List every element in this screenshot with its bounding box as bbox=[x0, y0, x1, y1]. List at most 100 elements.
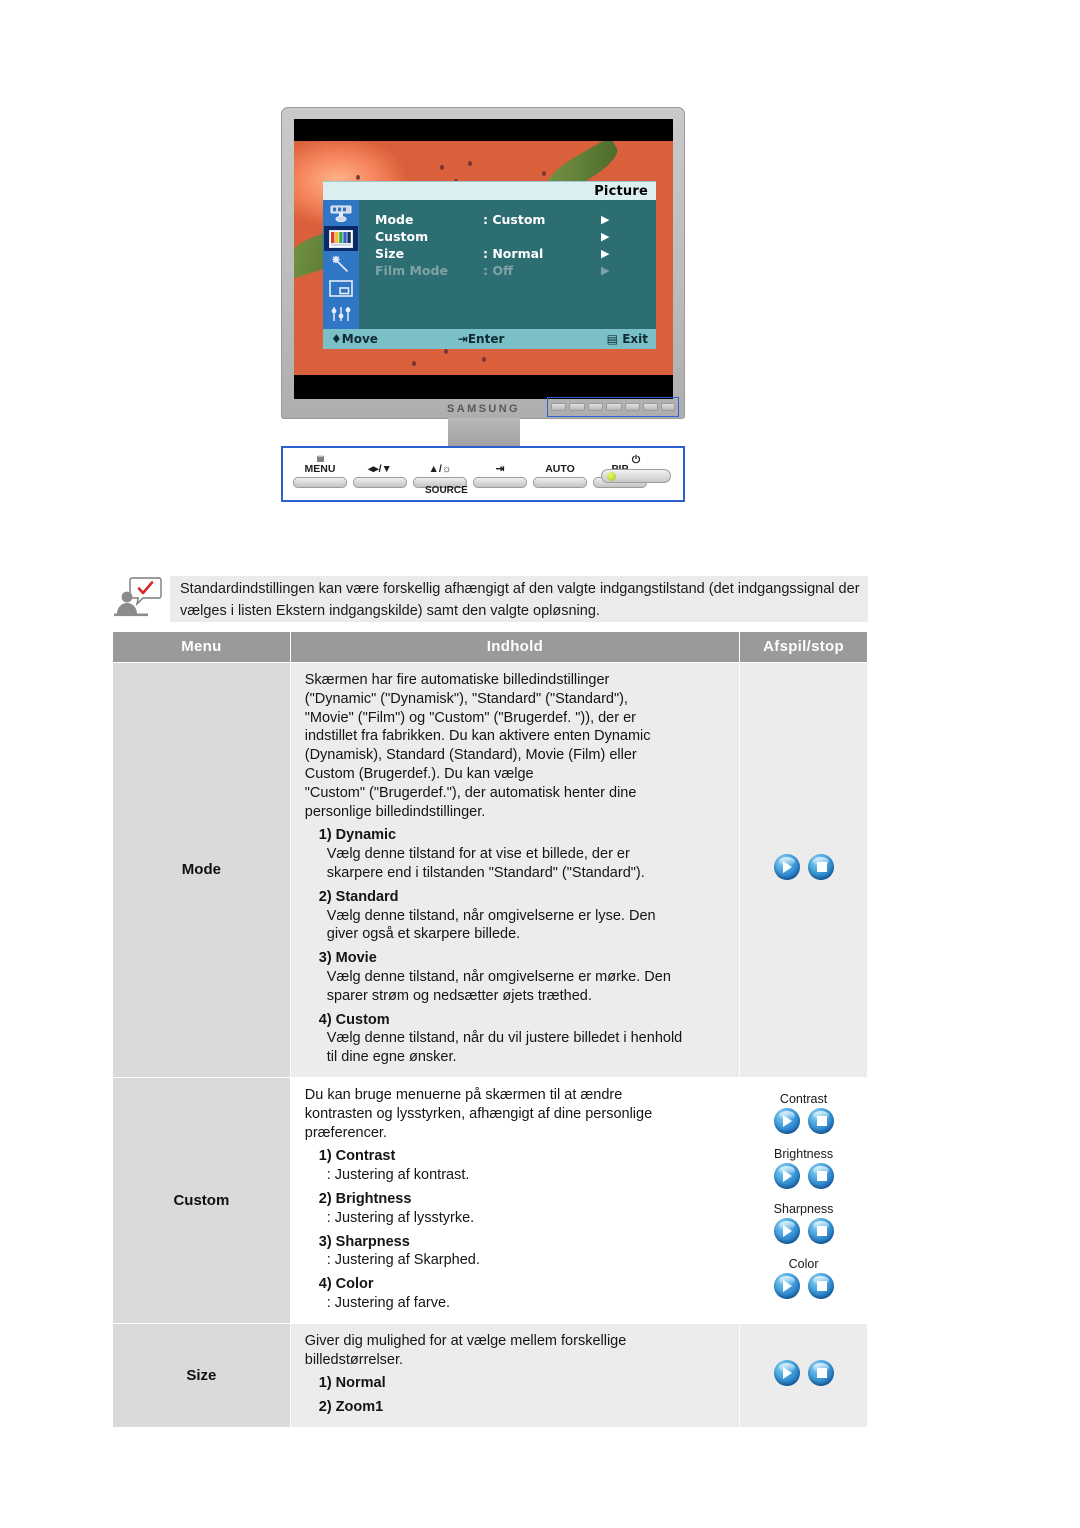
control-panel-callout[interactable]: ▤ MENU ◂▸/▼ ▲/☼ ⇥ AUTO SOURCE ⏻ bbox=[281, 446, 685, 502]
front-key[interactable] bbox=[642, 403, 659, 411]
stop-button[interactable] bbox=[807, 854, 834, 881]
monitor-illustration: Picture Mode: Custom ▶ Custom ▶ Size: … bbox=[281, 107, 685, 502]
play-button[interactable] bbox=[773, 1218, 800, 1245]
front-key[interactable] bbox=[569, 403, 585, 411]
stop-button[interactable] bbox=[807, 1359, 834, 1386]
osd-enter-hint: ⇥Enter bbox=[458, 332, 569, 346]
color-bars-icon[interactable] bbox=[324, 226, 358, 251]
play-group-sharpness[interactable]: Sharpness bbox=[773, 1202, 834, 1249]
item-title: 4) Color bbox=[318, 1276, 374, 1293]
osd-menu[interactable]: Picture Mode: Custom ▶ Custom ▶ Size: … bbox=[323, 181, 656, 351]
column-header-afspil-stop: Afspil/stop bbox=[739, 631, 868, 663]
power-button[interactable]: ⏻ bbox=[601, 454, 671, 483]
osd-exit-hint: ▤ Exit bbox=[569, 332, 648, 346]
intro-line: Du kan bruge menuerne på skærmen til at … bbox=[304, 1086, 623, 1103]
play-button[interactable] bbox=[773, 854, 800, 881]
petal-spot bbox=[440, 165, 444, 170]
power-key[interactable] bbox=[601, 469, 671, 483]
source-label: SOURCE bbox=[425, 485, 468, 496]
updown-arrow-icon: ♦ bbox=[331, 332, 342, 346]
intro-line: Skærmen har fire automatiske billedindst… bbox=[304, 672, 610, 688]
menu-key[interactable] bbox=[293, 477, 347, 488]
chevron-right-icon: ▶ bbox=[601, 246, 610, 260]
petal-spot bbox=[542, 171, 546, 176]
volume-down-key[interactable] bbox=[353, 477, 407, 488]
stop-button[interactable] bbox=[807, 1273, 834, 1300]
menu-cell-mode: Mode bbox=[112, 662, 291, 1078]
front-key[interactable] bbox=[551, 403, 567, 411]
pip-icon[interactable] bbox=[324, 276, 358, 301]
play-group-brightness[interactable]: Brightness bbox=[773, 1147, 834, 1194]
power-icon: ⏻ bbox=[631, 454, 641, 466]
intro-line: "Custom" ("Brugerdef."), der automatisk … bbox=[304, 784, 637, 801]
play-button[interactable] bbox=[773, 1108, 800, 1135]
item-title: 4) Custom bbox=[318, 1011, 390, 1028]
item-line: Vælg denne tilstand, når omgivelserne er… bbox=[326, 968, 671, 985]
play-group-label: Brightness bbox=[774, 1147, 834, 1162]
item-title: 2) Zoom1 bbox=[318, 1399, 384, 1416]
play-group-label: Contrast bbox=[779, 1092, 828, 1107]
play-group-contrast[interactable]: Contrast bbox=[773, 1092, 834, 1139]
source-button-icon: ⇥ bbox=[473, 463, 527, 476]
auto-button[interactable]: AUTO bbox=[533, 454, 587, 488]
play-stop-pair[interactable] bbox=[773, 1273, 834, 1300]
auto-key[interactable] bbox=[533, 477, 587, 488]
sliders-icon[interactable] bbox=[324, 301, 358, 326]
play-group-color[interactable]: Color bbox=[773, 1257, 834, 1304]
osd-item-list[interactable]: Mode : Custom ▶ Custom ▶ Size: Normal ▶… bbox=[359, 200, 656, 329]
play-stop-pair[interactable] bbox=[773, 1108, 834, 1135]
volume-down-button[interactable]: ◂▸/▼ bbox=[353, 454, 407, 488]
stop-button[interactable] bbox=[807, 1218, 834, 1245]
play-stop-pair[interactable] bbox=[773, 1218, 834, 1245]
item-title: 2) Brightness bbox=[318, 1190, 412, 1207]
osd-move-label: Move bbox=[341, 332, 378, 346]
source-key[interactable] bbox=[473, 477, 527, 488]
intro-line: personlige billedindstillinger. bbox=[304, 803, 486, 820]
play-stop-stack[interactable]: Contrast Brightness Sharpness Color bbox=[741, 1090, 866, 1310]
osd-enter-label: Enter bbox=[467, 332, 505, 346]
play-stop-pair[interactable] bbox=[773, 1163, 834, 1190]
front-key[interactable] bbox=[587, 403, 604, 411]
osd-row-label: Film Mode bbox=[375, 262, 448, 278]
play-group-label: Sharpness bbox=[773, 1202, 834, 1217]
source-button[interactable]: ⇥ bbox=[473, 454, 527, 488]
brightness-up-button[interactable]: ▲/☼ bbox=[413, 454, 467, 488]
front-panel-keys-highlight[interactable] bbox=[547, 397, 679, 417]
brightness-up-button-label: ▲/☼ bbox=[428, 463, 452, 475]
enter-icon: ⇥ bbox=[457, 332, 468, 346]
play-cell-custom: Contrast Brightness Sharpness Color bbox=[739, 1076, 868, 1324]
osd-footer: ♦Move ⇥Enter ▤ Exit bbox=[323, 329, 656, 349]
osd-move-hint: ♦Move bbox=[331, 332, 458, 346]
play-cell-size bbox=[739, 1322, 868, 1428]
front-key[interactable] bbox=[624, 403, 640, 411]
page-root: Picture Mode: Custom ▶ Custom ▶ Size: … bbox=[0, 0, 1080, 1528]
stop-button[interactable] bbox=[807, 1108, 834, 1135]
osd-row-size[interactable]: Size : Normal ▶ bbox=[375, 245, 656, 261]
front-key[interactable] bbox=[606, 403, 622, 411]
stop-button[interactable] bbox=[807, 1163, 834, 1190]
play-button[interactable] bbox=[773, 1273, 800, 1300]
osd-row-label: Mode bbox=[375, 211, 414, 227]
menu-button[interactable]: ▤ MENU bbox=[293, 454, 347, 488]
front-key-power[interactable] bbox=[661, 403, 675, 411]
tuner-icon[interactable] bbox=[324, 201, 358, 226]
magic-wand-icon[interactable] bbox=[324, 251, 358, 276]
play-button[interactable] bbox=[773, 1359, 800, 1386]
play-button[interactable] bbox=[773, 1163, 800, 1190]
samsung-logo: SAMSUNG bbox=[446, 403, 521, 415]
osd-row-custom[interactable]: Custom ▶ bbox=[375, 228, 656, 244]
auto-button-label: AUTO bbox=[545, 463, 575, 475]
item-line: : Justering af farve. bbox=[326, 1294, 451, 1311]
table-header-row: Menu Indhold Afspil/stop bbox=[112, 631, 868, 663]
note-block: Standardindstillingen kan være forskelli… bbox=[112, 576, 868, 624]
item-title: 2) Standard bbox=[318, 888, 399, 905]
osd-row-mode[interactable]: Mode : Custom ▶ bbox=[375, 211, 656, 227]
osd-icon-rail[interactable] bbox=[323, 200, 359, 329]
play-stop-pair[interactable] bbox=[773, 854, 834, 881]
control-button-group[interactable]: ▤ MENU ◂▸/▼ ▲/☼ ⇥ AUTO bbox=[293, 454, 647, 488]
petal-spot bbox=[412, 361, 416, 366]
play-stop-pair[interactable] bbox=[773, 1359, 834, 1386]
osd-body: Mode : Custom ▶ Custom ▶ Size: Normal ▶… bbox=[323, 200, 656, 329]
